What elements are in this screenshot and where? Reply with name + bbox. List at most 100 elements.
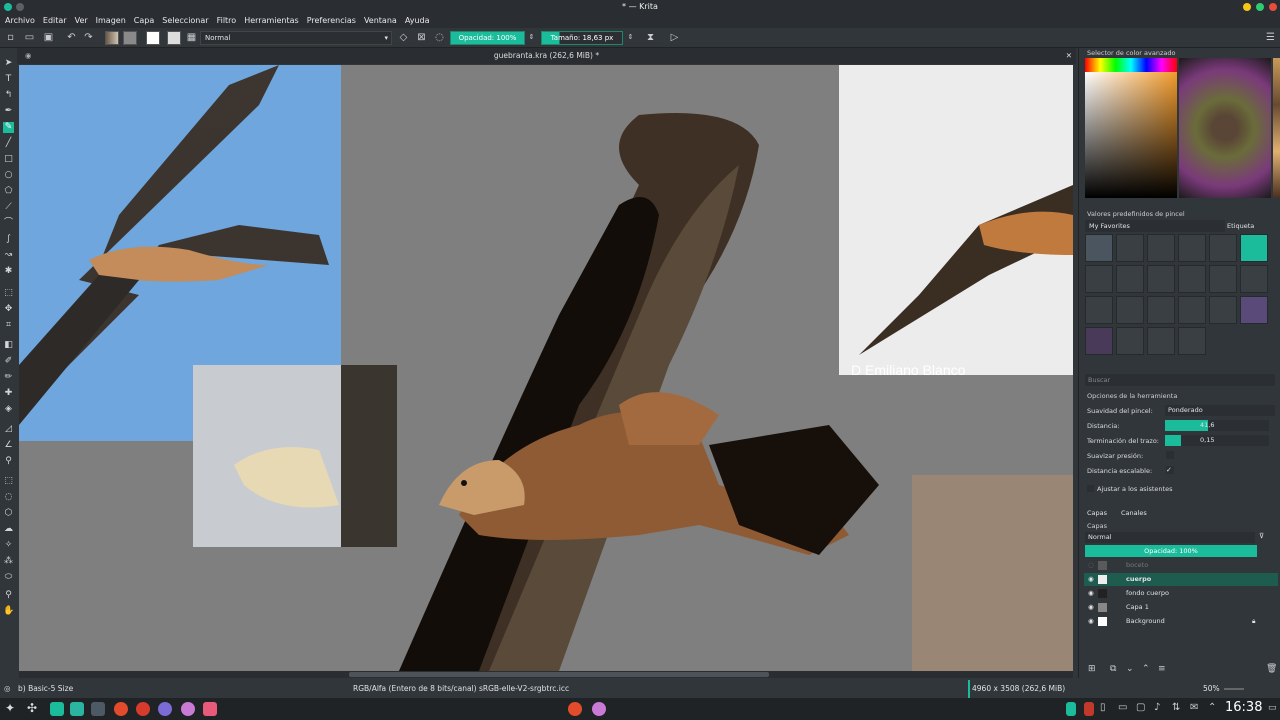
eye-icon[interactable]: ◉ xyxy=(1088,601,1094,614)
clock[interactable]: 16:38 xyxy=(1225,700,1262,715)
minimize-icon[interactable] xyxy=(1243,3,1251,11)
tray-network-icon[interactable]: ⇅ xyxy=(1172,702,1180,713)
eye-icon[interactable]: ◉ xyxy=(1088,573,1094,586)
tag-button[interactable]: Etiqueta xyxy=(1227,220,1277,232)
brush-preset-violet[interactable] xyxy=(1085,327,1113,355)
taskbar-running-chrome-icon[interactable] xyxy=(568,702,582,716)
brush-preset-eraser[interactable] xyxy=(1085,234,1113,262)
favorites-select[interactable]: My Favorites xyxy=(1085,220,1225,232)
menu-ventana[interactable]: Ventana xyxy=(364,14,397,28)
pan-tool-icon[interactable]: ✋ xyxy=(3,606,14,617)
brush-preset-calligraphy[interactable] xyxy=(1240,265,1268,293)
menu-seleccionar[interactable]: Seleccionar xyxy=(162,14,208,28)
tab-layers[interactable]: Capas xyxy=(1087,509,1107,517)
distance-slider[interactable]: 41,6 xyxy=(1165,420,1269,431)
freehand-brush-icon[interactable]: ✎ xyxy=(3,122,14,133)
color-history-strip[interactable] xyxy=(1273,58,1280,198)
rectangle-tool-icon[interactable]: □ xyxy=(3,154,14,165)
taskbar-krita-icon[interactable] xyxy=(181,702,195,716)
color-wheel[interactable] xyxy=(1179,58,1271,198)
canvas[interactable]: D Emiliano Blanco xyxy=(19,65,1073,671)
contiguous-select-icon[interactable]: ✧ xyxy=(3,540,14,551)
bezier-tool-icon[interactable]: ⌒ xyxy=(3,218,14,229)
brush-preset-icon[interactable] xyxy=(167,31,181,45)
blend-mode-select[interactable]: Normal ▾ xyxy=(200,31,392,45)
size-slider[interactable]: Tamaño: 18,63 px xyxy=(541,31,623,45)
scroll-thumb[interactable] xyxy=(349,672,769,677)
tray-app-icon[interactable] xyxy=(1084,702,1094,716)
close-icon[interactable] xyxy=(1269,3,1277,11)
taskbar-media-icon[interactable] xyxy=(203,702,217,716)
brush-search-input[interactable]: Buscar xyxy=(1085,374,1275,386)
undo-icon[interactable]: ↶ xyxy=(66,32,77,43)
new-document-icon[interactable]: ▫ xyxy=(5,32,16,43)
fill-tool-icon[interactable]: ◈ xyxy=(3,404,14,415)
colorize-mask-icon[interactable]: ✏ xyxy=(3,372,14,383)
smart-patch-icon[interactable]: ✚ xyxy=(3,388,14,399)
menu-herramientas[interactable]: Herramientas xyxy=(244,14,299,28)
saturation-value-square[interactable] xyxy=(1085,72,1177,198)
bezier-select-icon[interactable]: ⬭ xyxy=(3,572,14,583)
brush-preset-texture[interactable] xyxy=(1147,296,1175,324)
brush-preset-charcoal[interactable] xyxy=(1147,265,1175,293)
similar-select-icon[interactable]: ⁂ xyxy=(3,556,14,567)
tray-volume-icon[interactable]: ♪ xyxy=(1154,702,1160,713)
brush-preset-splatter[interactable] xyxy=(1178,265,1206,293)
line-tool-icon[interactable]: ╱ xyxy=(3,138,14,149)
move-tool-icon[interactable]: ✥ xyxy=(3,304,14,315)
move-up-icon[interactable]: ⌃ xyxy=(1142,664,1150,674)
layers-blend-select[interactable]: Normal xyxy=(1085,532,1255,543)
brush-preset-basic-size[interactable] xyxy=(1240,234,1268,262)
menu-ver[interactable]: Ver xyxy=(75,14,88,28)
save-icon[interactable]: ▣ xyxy=(43,32,54,43)
brush-preset-marker[interactable] xyxy=(1209,234,1237,262)
calligraphy-icon[interactable]: ✒ xyxy=(3,106,14,117)
brush-preset-ink[interactable] xyxy=(1178,234,1206,262)
tray-clipboard-icon[interactable]: ▯ xyxy=(1100,702,1106,713)
tab-channels[interactable]: Canales xyxy=(1121,509,1147,517)
menu-archivo[interactable]: Archivo xyxy=(5,14,35,28)
zoom-slider[interactable] xyxy=(1224,688,1244,690)
polyline-tool-icon[interactable]: ⟋ xyxy=(3,202,14,213)
properties-icon[interactable]: ≡ xyxy=(1158,664,1166,674)
brush-preset-airbrush[interactable] xyxy=(1147,234,1175,262)
brush-preset-blender[interactable] xyxy=(1085,296,1113,324)
transform-tool-icon[interactable]: ⬚ xyxy=(3,288,14,299)
eye-icon[interactable]: ◉ xyxy=(1088,587,1094,600)
scalable-distance-checkbox[interactable]: ✓ xyxy=(1166,466,1174,474)
eraser-icon[interactable]: ◇ xyxy=(398,32,409,43)
color-swatch[interactable] xyxy=(146,31,160,45)
brush-preset-fineliner[interactable] xyxy=(1116,265,1144,293)
brush-preset-purple[interactable] xyxy=(1240,296,1268,324)
duplicate-layer-icon[interactable]: ⧉ xyxy=(1110,664,1116,674)
opacity-slider[interactable]: Opacidad: 100% xyxy=(450,31,525,45)
measure-tool-icon[interactable]: ∠ xyxy=(3,440,14,451)
wrap-icon[interactable]: ◌ xyxy=(434,32,445,43)
taskbar-files-icon[interactable] xyxy=(50,702,64,716)
brush-preset-blur[interactable] xyxy=(1147,327,1175,355)
rect-select-icon[interactable]: ⬚ xyxy=(3,476,14,487)
pin-icon[interactable] xyxy=(16,3,24,11)
layer-row-cuerpo[interactable]: ◉ cuerpo xyxy=(1084,573,1278,586)
tray-kdeconnect-icon[interactable]: ▢ xyxy=(1136,702,1145,713)
brush-preset-watercolor[interactable] xyxy=(1209,296,1237,324)
smoothing-select[interactable]: Ponderado xyxy=(1165,405,1275,416)
filter-icon[interactable]: ⊽ xyxy=(1259,532,1264,540)
brush-preset-soft[interactable] xyxy=(1116,327,1144,355)
window-menu-icon[interactable] xyxy=(4,3,12,11)
lock-icon[interactable]: 🔒︎ xyxy=(1252,615,1255,628)
workspace-icon[interactable]: ☰ xyxy=(1265,32,1276,43)
assistant-tool-icon[interactable]: ◿ xyxy=(3,424,14,435)
ellipse-select-icon[interactable]: ◌ xyxy=(3,492,14,503)
taskbar-app-icon[interactable] xyxy=(158,702,172,716)
eye-icon[interactable]: ◉ xyxy=(1088,615,1094,628)
tray-monitor-icon[interactable] xyxy=(1066,702,1076,716)
canvas-horizontal-scrollbar[interactable] xyxy=(19,671,1073,678)
mirror-vertical-icon[interactable]: ▷ xyxy=(669,32,680,43)
menu-preferencias[interactable]: Preferencias xyxy=(307,14,356,28)
snap-checkbox[interactable] xyxy=(1087,485,1094,492)
tray-notifications-icon[interactable]: ✉ xyxy=(1190,702,1198,713)
smooth-pressure-checkbox[interactable] xyxy=(1166,451,1174,459)
menu-ayuda[interactable]: Ayuda xyxy=(405,14,430,28)
maximize-icon[interactable] xyxy=(1256,3,1264,11)
